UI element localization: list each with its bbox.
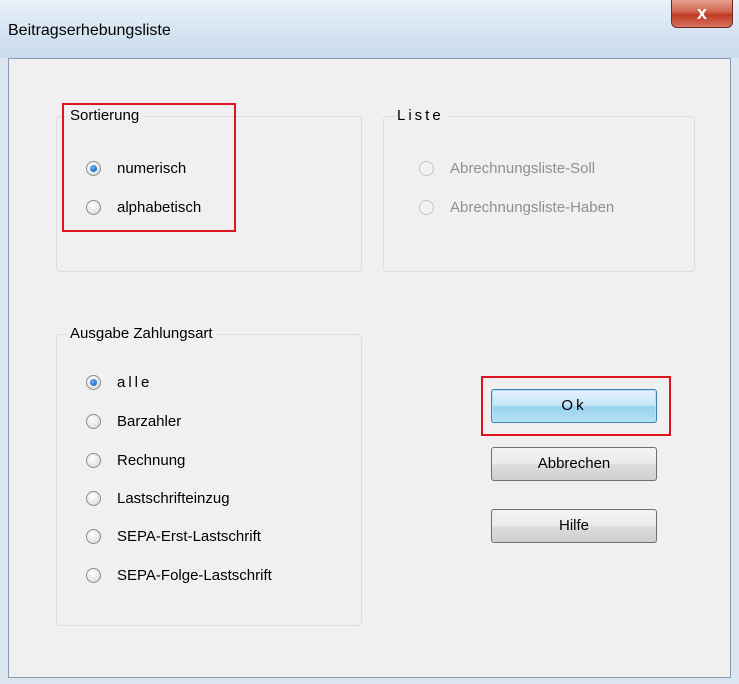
close-icon: x: [696, 3, 707, 23]
radio-button-icon[interactable]: [419, 199, 434, 215]
radio-abrechnungsliste-soll[interactable]: Abrechnungsliste-Soll: [419, 158, 595, 178]
radio-barzahler[interactable]: Barzahler: [86, 411, 181, 431]
radio-button-icon[interactable]: [86, 567, 101, 583]
radio-button-icon[interactable]: [86, 374, 101, 390]
liste-group: Liste Abrechnungsliste-Soll Abrechnungsl…: [383, 107, 695, 272]
window-title: Beitragserhebungsliste: [8, 22, 171, 39]
radio-label: SEPA-Erst-Lastschrift: [117, 527, 261, 545]
zahlungsart-group: Ausgabe Zahlungsart alle Barzahler Rechn…: [56, 325, 362, 626]
radio-sepa-folge-lastschrift[interactable]: SEPA-Folge-Lastschrift: [86, 565, 272, 585]
radio-button-icon[interactable]: [86, 452, 101, 468]
highlight-box-ok: [481, 376, 671, 436]
cancel-button[interactable]: Abbrechen: [491, 447, 657, 481]
radio-label: alle: [117, 373, 153, 391]
radio-label: Barzahler: [117, 412, 182, 430]
radio-abrechnungsliste-haben[interactable]: Abrechnungsliste-Haben: [419, 197, 614, 217]
radio-label: Abrechnungsliste-Haben: [450, 198, 615, 216]
highlight-box-sortierung: [62, 103, 236, 232]
radio-rechnung[interactable]: Rechnung: [86, 450, 185, 470]
radio-label: Abrechnungsliste-Soll: [450, 159, 596, 177]
radio-button-icon[interactable]: [86, 490, 101, 506]
radio-alle[interactable]: alle: [86, 372, 152, 392]
radio-lastschrifteinzug[interactable]: Lastschrifteinzug: [86, 488, 230, 508]
help-button[interactable]: Hilfe: [491, 509, 657, 543]
dialog-window: Beitragserhebungsliste x Sortierung nume…: [0, 0, 739, 684]
close-button[interactable]: x: [671, 0, 733, 28]
radio-label: SEPA-Folge-Lastschrift: [117, 566, 272, 584]
radio-button-icon[interactable]: [86, 413, 101, 429]
radio-sepa-erst-lastschrift[interactable]: SEPA-Erst-Lastschrift: [86, 526, 261, 546]
radio-button-icon[interactable]: [86, 528, 101, 544]
radio-label: Rechnung: [117, 451, 186, 469]
title-bar[interactable]: Beitragserhebungsliste x: [0, 0, 739, 58]
zahlungsart-legend: Ausgabe Zahlungsart: [67, 325, 216, 342]
liste-legend: Liste: [394, 107, 447, 124]
radio-button-icon[interactable]: [419, 160, 434, 176]
radio-label: Lastschrifteinzug: [117, 489, 230, 507]
